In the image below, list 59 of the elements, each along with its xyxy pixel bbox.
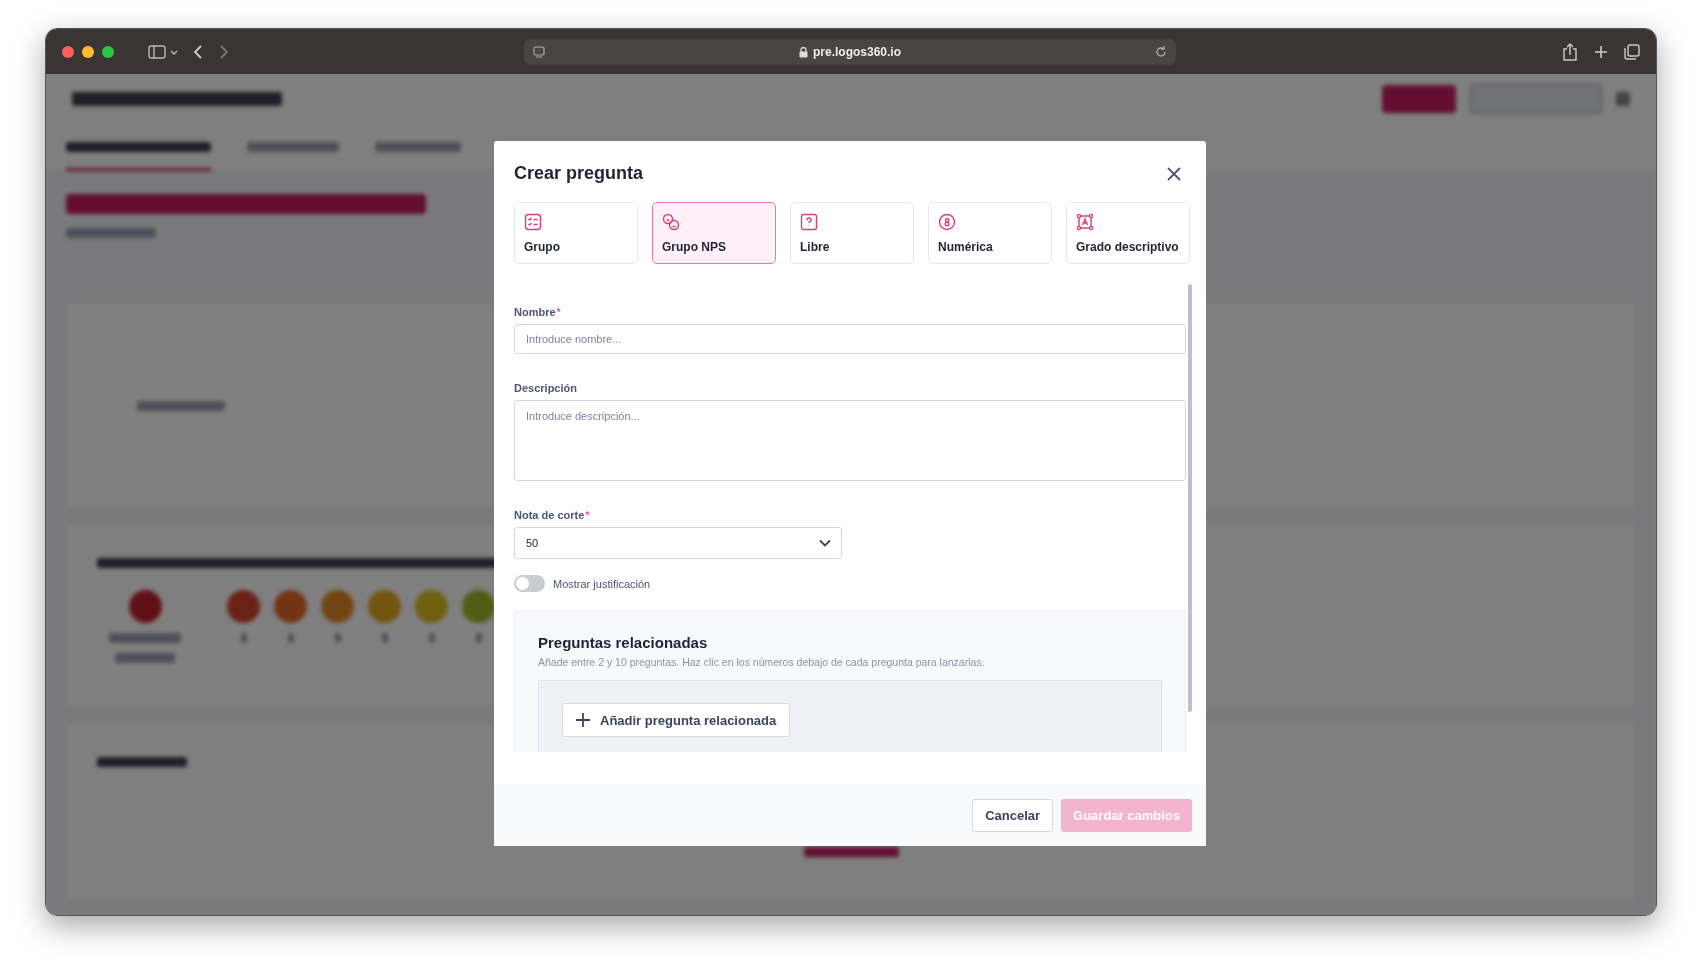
close-icon[interactable] <box>1166 165 1182 182</box>
scale-dot <box>415 590 448 623</box>
question-type-option[interactable]: Libre <box>790 202 914 264</box>
reload-icon[interactable] <box>1154 45 1168 59</box>
number-icon <box>938 213 956 231</box>
field-label: Descripción <box>514 382 577 394</box>
page-icon <box>532 45 546 59</box>
plus-icon <box>576 713 590 727</box>
url-text: pre.logos360.io <box>813 45 901 59</box>
blurred-close-icon <box>1616 92 1630 106</box>
blurred-text <box>475 633 482 643</box>
lock-icon <box>799 46 808 58</box>
sidebar-icon[interactable] <box>148 43 178 60</box>
scale-dot <box>227 590 260 623</box>
cancel-button[interactable]: Cancelar <box>972 798 1054 832</box>
toggle-switch[interactable] <box>514 575 545 592</box>
scrollbar[interactable] <box>1188 284 1192 712</box>
question-type-option[interactable]: Grupo <box>514 202 638 264</box>
question-type-option[interactable]: Grado descriptivo <box>1066 202 1190 264</box>
question-type-option[interactable]: Grupo NPS <box>652 202 776 264</box>
frame-icon <box>1076 213 1094 231</box>
blurred-text <box>240 633 247 643</box>
field-label: Nombre <box>514 306 556 318</box>
scale-dot <box>274 590 307 623</box>
field-label: Nota de corte <box>514 509 585 521</box>
forward-icon[interactable] <box>218 43 230 60</box>
checklist-icon <box>524 213 542 231</box>
scale-dot <box>321 590 354 623</box>
required-mark: * <box>556 306 561 318</box>
question-mark-icon <box>800 213 818 231</box>
back-icon[interactable] <box>192 43 204 60</box>
required-mark: * <box>585 509 590 521</box>
dialog-title: Crear pregunta <box>514 163 644 184</box>
close-window-icon[interactable] <box>62 45 74 58</box>
toggle-label: Mostrar justificación <box>553 577 651 590</box>
blurred-text <box>381 633 388 643</box>
address-bar[interactable]: pre.logos360.io <box>524 39 1176 65</box>
scale-dot <box>368 590 401 623</box>
blurred-text <box>287 633 294 643</box>
section-heading: Preguntas relacionadas <box>538 634 709 651</box>
description-textarea[interactable]: Introduce descripción... <box>514 400 1186 481</box>
blurred-text <box>428 633 435 643</box>
scale-dot <box>462 590 495 623</box>
name-input[interactable]: Introduce nombre... <box>514 324 1186 354</box>
hint-text: Añade entre 2 y 10 preguntas. Haz clic en los números debajo de cada pregunta para lanzarlas. <box>538 656 986 668</box>
faces-icon <box>662 213 680 231</box>
chevron-down-icon <box>819 539 831 547</box>
blurred-text <box>109 633 181 643</box>
tabs-overview-icon[interactable] <box>1624 43 1640 60</box>
new-tab-icon[interactable] <box>1594 44 1608 59</box>
share-icon[interactable] <box>1562 42 1578 61</box>
add-related-question-button[interactable]: Añadir pregunta relacionada <box>562 703 791 737</box>
minimize-window-icon[interactable] <box>82 45 94 58</box>
blurred-text <box>334 633 341 643</box>
scale-dot <box>128 590 162 623</box>
blurred-text <box>115 653 175 663</box>
zoom-window-icon[interactable] <box>102 45 114 58</box>
question-type-option[interactable]: Numérica <box>928 202 1052 264</box>
cutoff-dropdown[interactable]: 50 <box>514 527 842 559</box>
